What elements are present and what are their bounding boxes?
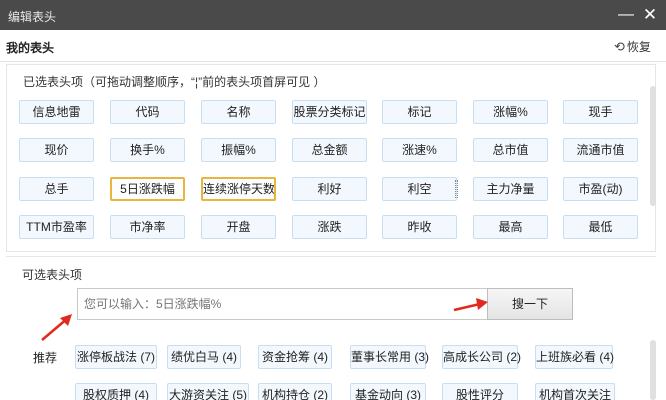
recommend-item[interactable]: 机构持仓 (2)	[258, 383, 332, 400]
recommend-item[interactable]: 涨停板战法 (7)	[75, 345, 157, 369]
selected-column-chip[interactable]: 连续涨停天数	[201, 177, 276, 201]
window-titlebar: 编辑表头 — ✕	[0, 0, 666, 30]
selected-column-chip[interactable]: 涨速%	[382, 138, 457, 162]
optional-scrollbar[interactable]	[650, 340, 656, 400]
selected-column-chip[interactable]: 总市值	[473, 138, 548, 162]
selected-column-chip[interactable]: 现手	[563, 100, 638, 124]
first-screen-divider[interactable]	[455, 180, 458, 198]
selected-column-chip[interactable]: 昨收	[382, 215, 457, 239]
selected-column-chip[interactable]: 总金额	[292, 138, 367, 162]
header-bar: 我的表头 ⟲ 恢复	[0, 30, 666, 62]
recommend-item[interactable]: 大游资关注 (5)	[167, 383, 249, 400]
recommend-item[interactable]: 基金动向 (3)	[350, 383, 426, 400]
recommend-item[interactable]: 高成长公司 (2)	[442, 345, 521, 369]
selected-column-chip[interactable]: 换手%	[110, 138, 185, 162]
selected-column-chip[interactable]: 最低	[563, 215, 638, 239]
recommend-label: 推荐	[33, 351, 58, 365]
recommend-item[interactable]: 绩优白马 (4)	[167, 345, 241, 369]
selected-column-chip[interactable]: 主力净量	[473, 177, 548, 201]
selected-column-chip[interactable]: 名称	[201, 100, 276, 124]
search-input[interactable]	[77, 288, 487, 320]
refresh-icon: ⟲	[614, 39, 625, 54]
optional-columns-hint: 可选表头项	[22, 268, 83, 282]
recommend-item[interactable]: 资金抢筹 (4)	[258, 345, 332, 369]
selected-column-chip[interactable]: 流通市值	[563, 138, 638, 162]
selected-column-chip[interactable]: 利空	[382, 177, 457, 201]
window-title: 编辑表头	[8, 10, 57, 24]
selected-column-chip[interactable]: 股票分类标记	[292, 100, 367, 124]
selected-column-chip[interactable]: 市盈(动)	[563, 177, 638, 201]
selected-column-chip[interactable]: 标记	[382, 100, 457, 124]
selected-column-chip[interactable]: 开盘	[201, 215, 276, 239]
recommend-item[interactable]: 董事长常用 (3)	[350, 345, 429, 369]
selected-column-chip[interactable]: 最高	[473, 215, 548, 239]
selected-column-chip[interactable]: 现价	[19, 138, 94, 162]
recommend-item[interactable]: 上班族必看 (4)	[535, 345, 614, 369]
annotation-arrow-button	[453, 298, 488, 312]
annotation-arrow-input	[41, 314, 72, 341]
restore-button[interactable]: ⟲ 恢复	[614, 38, 651, 55]
recommend-item[interactable]: 股权质押 (4)	[75, 383, 157, 400]
selected-column-chip[interactable]: 振幅%	[201, 138, 276, 162]
search-button[interactable]: 搜一下	[487, 288, 573, 320]
selected-column-chip[interactable]: 利好	[292, 177, 367, 201]
page-title: 我的表头	[6, 41, 55, 55]
selected-column-chip[interactable]: 代码	[110, 100, 185, 124]
selected-column-chip[interactable]: 涨跌	[292, 215, 367, 239]
recommend-item[interactable]: 机构首次关注	[535, 383, 615, 400]
selected-column-chip[interactable]: 总手	[19, 177, 94, 201]
selected-column-chip[interactable]: 信息地雷	[19, 100, 94, 124]
optional-columns-panel: 可选表头项	[6, 256, 656, 400]
restore-label: 恢复	[626, 40, 651, 54]
close-button[interactable]: ✕	[640, 5, 660, 25]
selected-column-chip[interactable]: 市净率	[110, 215, 185, 239]
selected-columns-hint: 已选表头项（可拖动调整顺序，“¦”前的表头项首屏可见 ）	[23, 75, 326, 89]
selected-column-chip[interactable]: TTM市盈率	[19, 215, 94, 239]
selected-column-chip[interactable]: 5日涨跌幅	[110, 177, 185, 201]
selected-column-chip[interactable]: 涨幅%	[473, 100, 548, 124]
selected-scrollbar[interactable]	[650, 86, 656, 206]
recommend-item[interactable]: 股性评分	[442, 383, 518, 400]
minimize-button[interactable]: —	[616, 5, 636, 25]
